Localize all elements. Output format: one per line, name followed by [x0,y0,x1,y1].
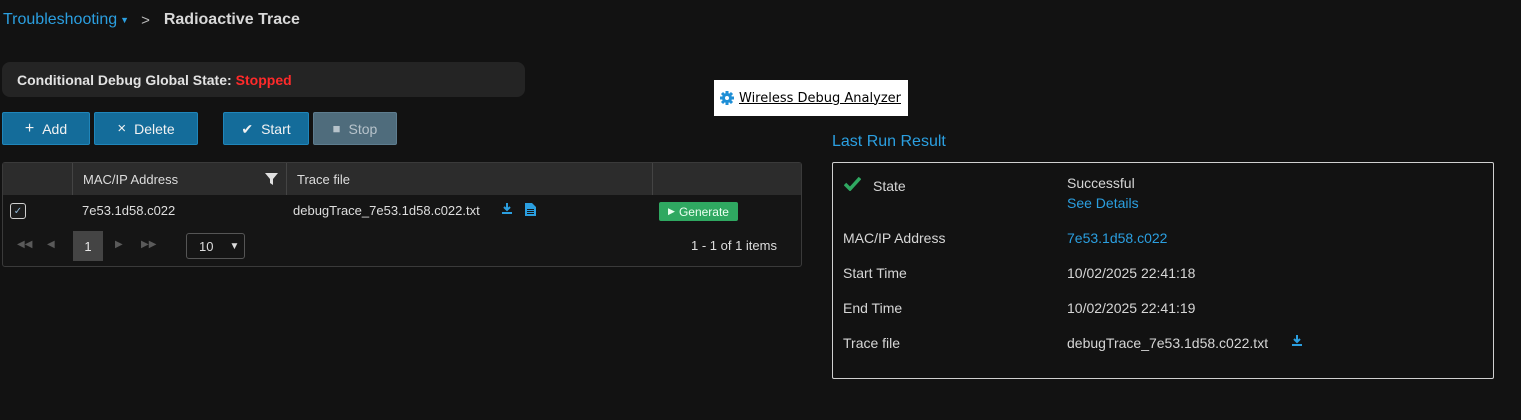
last-run-panel: State Successful See Details MAC/IP Addr… [832,162,1494,379]
column-header-mac-label: MAC/IP Address [83,171,179,187]
page-number-current[interactable]: 1 [73,231,103,261]
download-icon[interactable] [1291,335,1303,347]
success-check-icon [844,177,861,191]
see-details-link[interactable]: See Details [1067,195,1139,211]
column-header-trace-label: Trace file [297,171,350,187]
end-time-label: End Time [843,300,903,316]
prev-page-icon[interactable]: ◀ [47,239,55,250]
last-run-title: Last Run Result [832,133,946,150]
global-state-banner: Conditional Debug Global State: Stopped [2,62,525,97]
page-size-value: 10 [199,238,214,254]
start-time-value: 10/02/2025 22:41:18 [1067,265,1196,281]
check-icon: ✔ [241,120,254,137]
delete-button[interactable]: × Delete [94,112,198,145]
chevron-down-icon: ▼ [229,240,240,252]
delete-button-label: Delete [134,120,175,137]
caret-down-icon[interactable]: ▼ [120,15,129,25]
row-trace-file: debugTrace_7e53.1d58.c022.txt [293,203,480,218]
wireless-debug-analyzer[interactable]: Wireless Debug Analyzer [714,80,908,116]
close-icon: × [117,120,127,137]
column-header-mac[interactable]: MAC/IP Address [72,163,286,195]
download-icon[interactable] [501,203,513,215]
add-button-label: Add [42,120,68,137]
global-state-value: Stopped [235,71,292,88]
last-page-icon[interactable]: ▶▶ [141,239,156,250]
document-icon[interactable] [525,203,536,216]
first-page-icon[interactable]: ◀◀ [17,239,32,250]
start-time-label: Start Time [843,265,907,281]
stop-button-label: Stop [348,120,378,137]
breadcrumb-troubleshooting-link[interactable]: Troubleshooting [3,11,117,29]
end-time-value: 10/02/2025 22:41:19 [1067,300,1196,316]
generate-button-label: Generate [678,204,729,219]
stop-button[interactable]: ■ Stop [313,112,397,145]
column-header-actions [652,163,801,195]
start-button[interactable]: ✔ Start [223,112,309,145]
stop-square-icon: ■ [332,121,341,136]
plus-icon: + [24,119,35,137]
breadcrumb: Troubleshooting ▼ > Radioactive Trace [3,11,300,29]
gear-icon [720,91,734,105]
pager-summary: 1 - 1 of 1 items [691,238,777,253]
next-page-icon[interactable]: ▶ [115,239,123,250]
generate-button[interactable]: ▶ Generate [659,202,738,221]
start-button-label: Start [261,120,291,137]
trace-file-value: debugTrace_7e53.1d58.c022.txt [1067,335,1269,351]
page-size-select[interactable]: 10 ▼ [186,233,245,259]
global-state-label: Conditional Debug Global State: [17,71,232,88]
add-button[interactable]: + Add [2,112,90,145]
state-value: Successful [1067,175,1135,191]
page-title: Radioactive Trace [163,11,300,28]
row-checkbox[interactable]: ✓ [10,203,26,219]
mac-value-link[interactable]: 7e53.1d58.c022 [1067,230,1167,246]
filter-icon[interactable] [265,172,278,186]
wireless-debug-analyzer-link[interactable]: Wireless Debug Analyzer [739,91,901,106]
play-icon: ▶ [668,206,675,216]
column-header-trace-file[interactable]: Trace file [286,163,652,195]
mac-label: MAC/IP Address [843,230,946,246]
state-label: State [873,178,906,194]
trace-file-label: Trace file [843,335,901,351]
breadcrumb-separator: > [141,11,150,29]
table-header: MAC/IP Address Trace file [3,163,801,195]
checkmark-icon: ✓ [13,205,23,217]
row-mac-address: 7e53.1d58.c022 [82,203,176,218]
trace-table: MAC/IP Address Trace file ✓ 7e53.1d58.c0… [2,162,802,267]
